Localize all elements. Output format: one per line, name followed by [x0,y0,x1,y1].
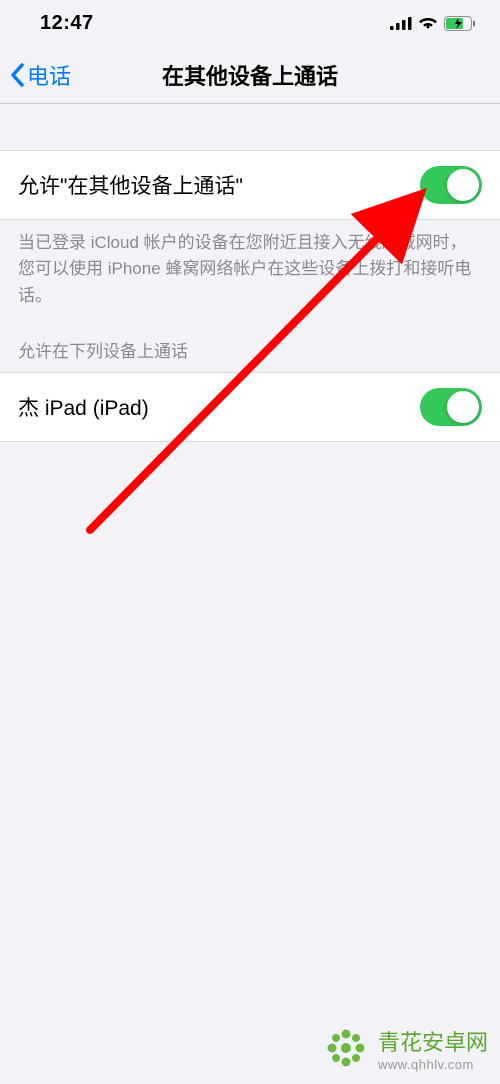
status-time: 12:47 [40,12,94,35]
cellular-signal-icon [390,16,412,30]
watermark: 青花安卓网 www.qhhlv.com [322,1024,488,1072]
watermark-url: www.qhhlv.com [378,1057,474,1072]
allow-calls-label: 允许"在其他设备上通话" [18,170,243,200]
back-label: 电话 [27,59,71,91]
toggle-knob [447,391,479,423]
back-button[interactable]: 电话 [8,59,71,91]
status-bar: 12:47 [0,0,500,46]
battery-icon [444,16,476,31]
page-title: 在其他设备上通话 [0,59,500,91]
navigation-bar: 电话 在其他设备上通话 [0,46,500,104]
allow-calls-row[interactable]: 允许"在其他设备上通话" [0,150,500,220]
watermark-logo-icon [322,1024,370,1072]
chevron-left-icon [8,61,25,89]
watermark-title: 青花安卓网 [378,1025,488,1057]
device-toggle[interactable] [420,388,482,426]
device-label: 杰 iPad (iPad) [18,392,149,422]
status-indicators [390,16,476,31]
wifi-icon [418,16,438,30]
toggle-knob [447,169,479,201]
device-row[interactable]: 杰 iPad (iPad) [0,372,500,442]
setting-footer-text: 当已登录 iCloud 帐户的设备在您附近且接入无线局域网时，您可以使用 iPh… [0,220,500,309]
devices-section-header: 允许在下列设备上通话 [0,309,500,372]
allow-calls-toggle[interactable] [420,166,482,204]
